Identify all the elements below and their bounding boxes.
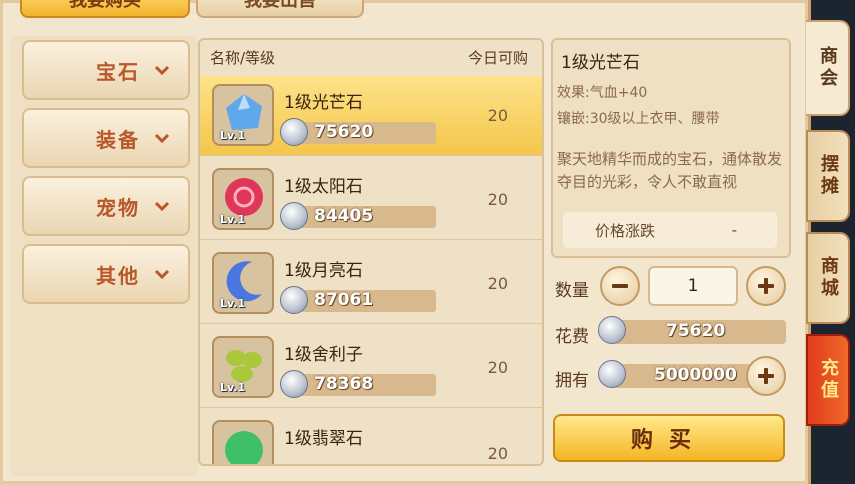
item-name: 1级翡翠石 — [284, 429, 363, 449]
item-qty: 20 — [487, 190, 508, 209]
cost-value: 75620 — [666, 321, 726, 341]
list-item[interactable]: Lv.1 1级舍利子 78368 20 — [200, 328, 542, 408]
item-detail-panel: 1级光芒石 效果:气血+40 镶嵌:30级以上衣甲、腰带 聚天地精华而成的宝石，… — [551, 38, 791, 258]
silver-coin-icon — [280, 118, 308, 146]
decrease-button[interactable] — [600, 266, 640, 306]
level-label: Lv.1 — [220, 213, 246, 226]
chevron-down-icon — [154, 269, 170, 280]
item-price: 75620 — [314, 122, 374, 142]
detail-description: 聚天地精华而成的宝石，通体散发夺目的光彩，令人不敢直视 — [557, 150, 783, 191]
item-name: 1级舍利子 — [284, 345, 363, 365]
header-qty: 今日可购 — [467, 48, 528, 67]
item-qty: 20 — [487, 274, 508, 293]
side-tab-recharge[interactable]: 充值 — [806, 334, 850, 426]
level-label: Lv.1 — [220, 297, 246, 310]
category-pets[interactable]: 宠物 — [22, 176, 190, 236]
category-column: 宝石 装备 宠物 其他 — [10, 36, 198, 476]
category-gems[interactable]: 宝石 — [22, 40, 190, 100]
list-item[interactable]: Lv.1 1级太阳石 84405 20 — [200, 160, 542, 240]
silver-coin-icon — [280, 202, 308, 230]
gem-icon: Lv.1 — [212, 84, 274, 146]
silver-coin-icon — [280, 370, 308, 398]
list-item[interactable]: Lv.1 1级月亮石 87061 20 — [200, 244, 542, 324]
category-label: 其他 — [96, 263, 140, 288]
detail-effect: 效果:气血+40 — [557, 85, 648, 101]
level-label: Lv.1 — [220, 129, 246, 142]
quantity-input[interactable]: 1 — [648, 266, 738, 306]
chevron-down-icon — [154, 201, 170, 212]
item-name: 1级光芒石 — [284, 93, 363, 113]
category-other[interactable]: 其他 — [22, 244, 190, 304]
item-price: 84405 — [314, 206, 374, 226]
own-value: 5000000 — [654, 365, 737, 385]
category-equipment[interactable]: 装备 — [22, 108, 190, 168]
item-price: 87061 — [314, 290, 374, 310]
silver-coin-icon — [280, 286, 308, 314]
list-item[interactable]: Lv.1 1级光芒石 75620 20 — [200, 76, 542, 156]
buy-button[interactable]: 购买 — [553, 414, 785, 462]
item-name: 1级月亮石 — [284, 261, 363, 281]
item-qty: 20 — [487, 106, 508, 125]
item-list[interactable]: 名称/等级 今日可购 Lv.1 1级光芒石 75620 20 Lv.1 1级太阳… — [198, 38, 544, 466]
detail-title: 1级光芒石 — [561, 53, 640, 73]
category-label: 宝石 — [96, 59, 140, 84]
minus-icon — [612, 284, 628, 288]
price-change-value: - — [731, 221, 737, 239]
price-change-label: 价格涨跌 — [595, 221, 656, 240]
shop-window: 我要购买 我要出售 宝石 装备 宠物 其他 名称/等级 今日可购 Lv.1 1级… — [0, 0, 811, 484]
item-qty: 20 — [487, 358, 508, 377]
tab-sell[interactable]: 我要出售 — [196, 0, 364, 18]
category-label: 宠物 — [96, 195, 140, 220]
item-price: 78368 — [314, 374, 374, 394]
increase-button[interactable] — [746, 266, 786, 306]
gem-icon — [212, 420, 274, 464]
side-tab-mall[interactable]: 商城 — [806, 232, 850, 324]
gem-icon: Lv.1 — [212, 336, 274, 398]
qty-label: 数量 — [555, 281, 589, 301]
plus-icon — [758, 278, 774, 294]
gem-icon: Lv.1 — [212, 252, 274, 314]
tab-buy[interactable]: 我要购买 — [20, 0, 190, 18]
header-name: 名称/等级 — [210, 48, 276, 67]
gem-icon: Lv.1 — [212, 168, 274, 230]
side-tab-chamber[interactable]: 商会 — [806, 20, 850, 116]
chevron-down-icon — [154, 133, 170, 144]
list-header: 名称/等级 今日可购 — [200, 40, 542, 74]
item-qty: 20 — [487, 444, 508, 463]
silver-coin-icon — [598, 316, 626, 344]
level-label: Lv.1 — [220, 381, 246, 394]
add-silver-button[interactable] — [746, 356, 786, 396]
detail-inlay: 镶嵌:30级以上衣甲、腰带 — [557, 111, 720, 127]
list-item[interactable]: 1级翡翠石 20 — [200, 412, 542, 464]
side-tab-stall[interactable]: 摆摊 — [806, 130, 850, 222]
plus-icon — [758, 368, 774, 384]
category-label: 装备 — [96, 127, 140, 152]
chevron-down-icon — [154, 65, 170, 76]
price-change: 价格涨跌 - — [563, 212, 777, 248]
own-label: 拥有 — [555, 371, 589, 391]
silver-coin-icon — [598, 360, 626, 388]
cost-label: 花费 — [555, 327, 589, 347]
item-name: 1级太阳石 — [284, 177, 363, 197]
